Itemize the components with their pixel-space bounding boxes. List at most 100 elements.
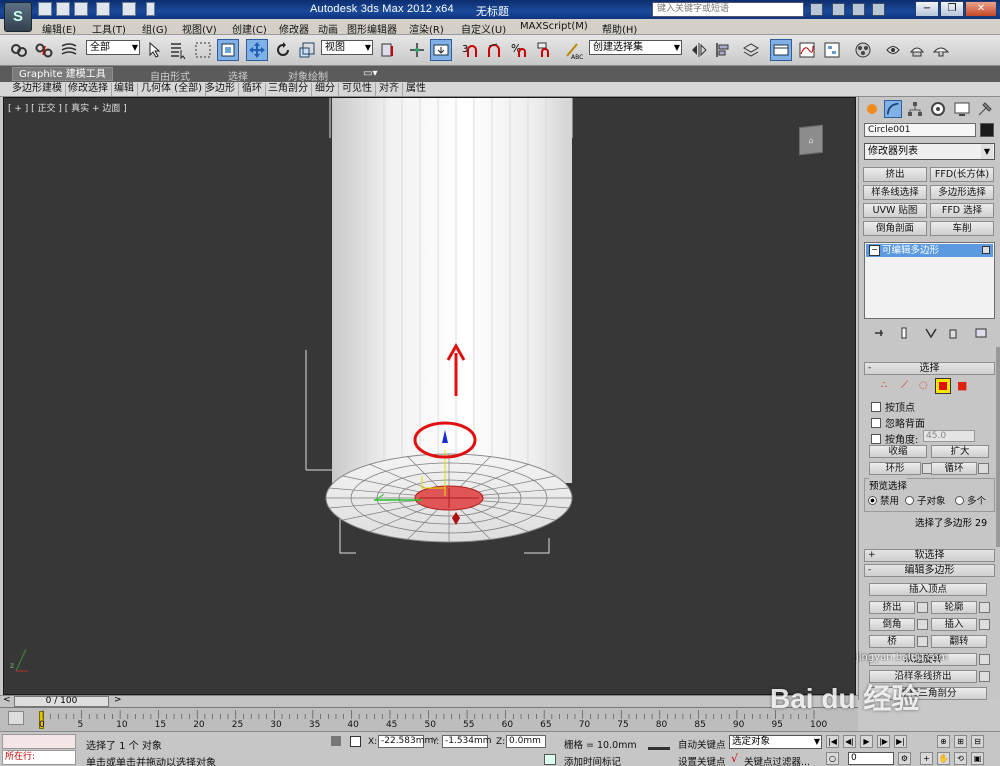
tab-object-paint[interactable]: 对象绘制 bbox=[288, 68, 328, 83]
display-tab-icon[interactable] bbox=[953, 100, 971, 118]
modifier-lathe-button[interactable]: 车削 bbox=[930, 221, 994, 236]
bind-space-warp-icon[interactable] bbox=[58, 39, 80, 61]
app-logo-icon[interactable]: S bbox=[4, 2, 32, 32]
percent-snap-icon[interactable]: % bbox=[508, 39, 530, 61]
select-scale-icon[interactable] bbox=[296, 39, 318, 61]
material-editor-icon[interactable] bbox=[852, 39, 874, 61]
panel-loops[interactable]: 循环 bbox=[242, 83, 266, 96]
menu-views[interactable]: 视图(V) bbox=[182, 21, 217, 36]
set-key-icon[interactable] bbox=[648, 740, 670, 750]
inset-settings-icon[interactable] bbox=[979, 619, 990, 630]
window-crossing-icon[interactable] bbox=[217, 39, 239, 61]
communication-icon[interactable] bbox=[852, 3, 865, 16]
schematic-view-icon[interactable] bbox=[821, 39, 843, 61]
outline-button[interactable]: 轮廓 bbox=[931, 601, 977, 614]
tab-graphite-modeling[interactable]: Graphite 建模工具 bbox=[12, 67, 113, 81]
viewcube-icon[interactable]: ⌂ bbox=[799, 124, 823, 156]
extrude-spline-settings-icon[interactable] bbox=[979, 671, 990, 682]
modifier-uvw-map-button[interactable]: UVW 贴图 bbox=[863, 203, 927, 218]
modifier-extrude-button[interactable]: 挤出 bbox=[863, 167, 927, 182]
minimize-button[interactable]: − bbox=[915, 1, 939, 17]
y-coordinate-field[interactable]: -1.534mm bbox=[442, 735, 492, 748]
key-filters-button[interactable]: 关键点过滤器... bbox=[744, 754, 810, 766]
angle-threshold-input[interactable]: 45.0 bbox=[923, 430, 975, 442]
spinner-snap-icon[interactable] bbox=[533, 39, 555, 61]
maxscript-listener-mini[interactable] bbox=[2, 734, 76, 749]
panel-tris[interactable]: 三角剖分 bbox=[268, 83, 312, 96]
modifier-ffd-select-button[interactable]: FFD 选择 bbox=[930, 203, 994, 218]
angle-snap-icon[interactable] bbox=[484, 39, 506, 61]
viewport-scene[interactable]: z bbox=[4, 98, 856, 695]
loop-spinner[interactable] bbox=[978, 463, 989, 474]
bevel-button[interactable]: 倒角 bbox=[869, 618, 915, 631]
bridge-button[interactable]: 桥 bbox=[869, 635, 915, 648]
time-tag-icon[interactable] bbox=[544, 754, 556, 765]
command-panel-scrollbar[interactable] bbox=[996, 347, 1000, 547]
menu-animation[interactable]: 动画 bbox=[318, 21, 338, 36]
select-rotate-icon[interactable] bbox=[272, 39, 294, 61]
modify-tab-icon[interactable] bbox=[884, 100, 902, 118]
time-config-icon[interactable]: ⚙ bbox=[898, 752, 911, 765]
x-coordinate-field[interactable]: -22.583mm bbox=[378, 735, 433, 748]
modifier-ffd-box-button[interactable]: FFD(长方体) bbox=[930, 167, 994, 182]
flip-button[interactable]: 翻转 bbox=[931, 635, 987, 648]
panel-align[interactable]: 对齐 bbox=[379, 83, 403, 96]
close-button[interactable]: ✕ bbox=[965, 1, 997, 17]
selection-filter-select[interactable]: 全部 bbox=[86, 40, 140, 55]
shrink-button[interactable]: 收缩 bbox=[869, 445, 927, 458]
render-production-icon[interactable] bbox=[930, 39, 952, 61]
menu-modifiers[interactable]: 修改器 bbox=[279, 21, 309, 36]
link-icon[interactable] bbox=[8, 39, 30, 61]
go-to-start-icon[interactable]: |◀ bbox=[826, 735, 839, 748]
unlink-icon[interactable] bbox=[33, 39, 55, 61]
new-file-icon[interactable] bbox=[38, 2, 52, 16]
help-search-input[interactable]: 键入关键字或短语 bbox=[652, 2, 804, 17]
select-move-icon[interactable] bbox=[246, 39, 268, 61]
select-manipulate-icon[interactable] bbox=[406, 39, 428, 61]
rectangular-selection-icon[interactable] bbox=[192, 39, 214, 61]
show-end-result-icon[interactable] bbox=[897, 326, 911, 340]
hierarchy-tab-icon[interactable] bbox=[906, 100, 924, 118]
edit-named-selection-icon[interactable]: ABC bbox=[562, 39, 584, 61]
help-icon[interactable] bbox=[872, 3, 885, 16]
save-file-icon[interactable] bbox=[74, 2, 88, 16]
panel-edit[interactable]: 编辑 bbox=[114, 83, 138, 96]
by-angle-checkbox[interactable]: 按角度: bbox=[871, 431, 918, 446]
loop-button[interactable]: 循环 bbox=[931, 462, 977, 475]
key-filter-icon[interactable]: √ bbox=[731, 752, 738, 765]
tab-freeform[interactable]: 自由形式 bbox=[150, 68, 190, 83]
menu-group[interactable]: 组(G) bbox=[142, 21, 168, 36]
insert-vertex-button[interactable]: 插入顶点 bbox=[869, 583, 987, 596]
soft-selection-rollout-header[interactable]: + 软选择 bbox=[864, 549, 995, 562]
inset-button[interactable]: 插入 bbox=[931, 618, 977, 631]
create-tab-icon[interactable] bbox=[863, 100, 881, 118]
modifier-poly-select-button[interactable]: 多边形选择 bbox=[930, 185, 994, 200]
perspective-viewport[interactable]: z [ + ] [ 正交 ] [ 真实 + 边面 ] ⌂ bbox=[3, 97, 856, 695]
key-mode-icon[interactable]: ○ bbox=[826, 752, 839, 765]
select-object-icon[interactable] bbox=[144, 39, 166, 61]
panel-modify-selection[interactable]: 修改选择 bbox=[68, 83, 112, 96]
modifier-list-select[interactable]: 修改器列表 bbox=[864, 143, 995, 160]
modifier-bevel-profile-button[interactable]: 倒角剖面 bbox=[863, 221, 927, 236]
edit-polygons-rollout-header[interactable]: - 编辑多边形 bbox=[864, 564, 995, 577]
named-selection-set-select[interactable]: 创建选择集 bbox=[589, 40, 682, 55]
ring-button[interactable]: 环形 bbox=[869, 462, 921, 475]
ignore-backfacing-checkbox[interactable]: 忽略背面 bbox=[871, 415, 925, 430]
panel-polygon-modeling[interactable]: 多边形建模 bbox=[12, 83, 66, 96]
element-level-icon[interactable]: ■ bbox=[957, 379, 967, 392]
object-name-field[interactable]: Circle001 bbox=[864, 123, 976, 137]
search-icon[interactable] bbox=[810, 3, 823, 16]
border-level-icon[interactable]: ◌ bbox=[919, 380, 928, 391]
utilities-tab-icon[interactable] bbox=[976, 100, 994, 118]
pin-stack-icon[interactable] bbox=[872, 326, 886, 340]
previous-frame-icon[interactable]: ◀| bbox=[843, 735, 856, 748]
stack-item-editable-poly[interactable]: 可编辑多边形 bbox=[866, 244, 993, 257]
current-frame-field[interactable]: 0 bbox=[848, 752, 894, 765]
quick-access-dropdown-icon[interactable] bbox=[146, 2, 155, 16]
time-prev-icon[interactable]: < bbox=[3, 695, 11, 705]
auto-key-button[interactable]: 自动关键点 bbox=[678, 737, 726, 751]
bridge-settings-icon[interactable] bbox=[917, 636, 928, 647]
preview-subobject-radio[interactable]: 子对象 bbox=[905, 493, 946, 507]
edge-level-icon[interactable]: ⟋ bbox=[901, 380, 908, 391]
time-next-icon[interactable]: > bbox=[114, 695, 122, 705]
